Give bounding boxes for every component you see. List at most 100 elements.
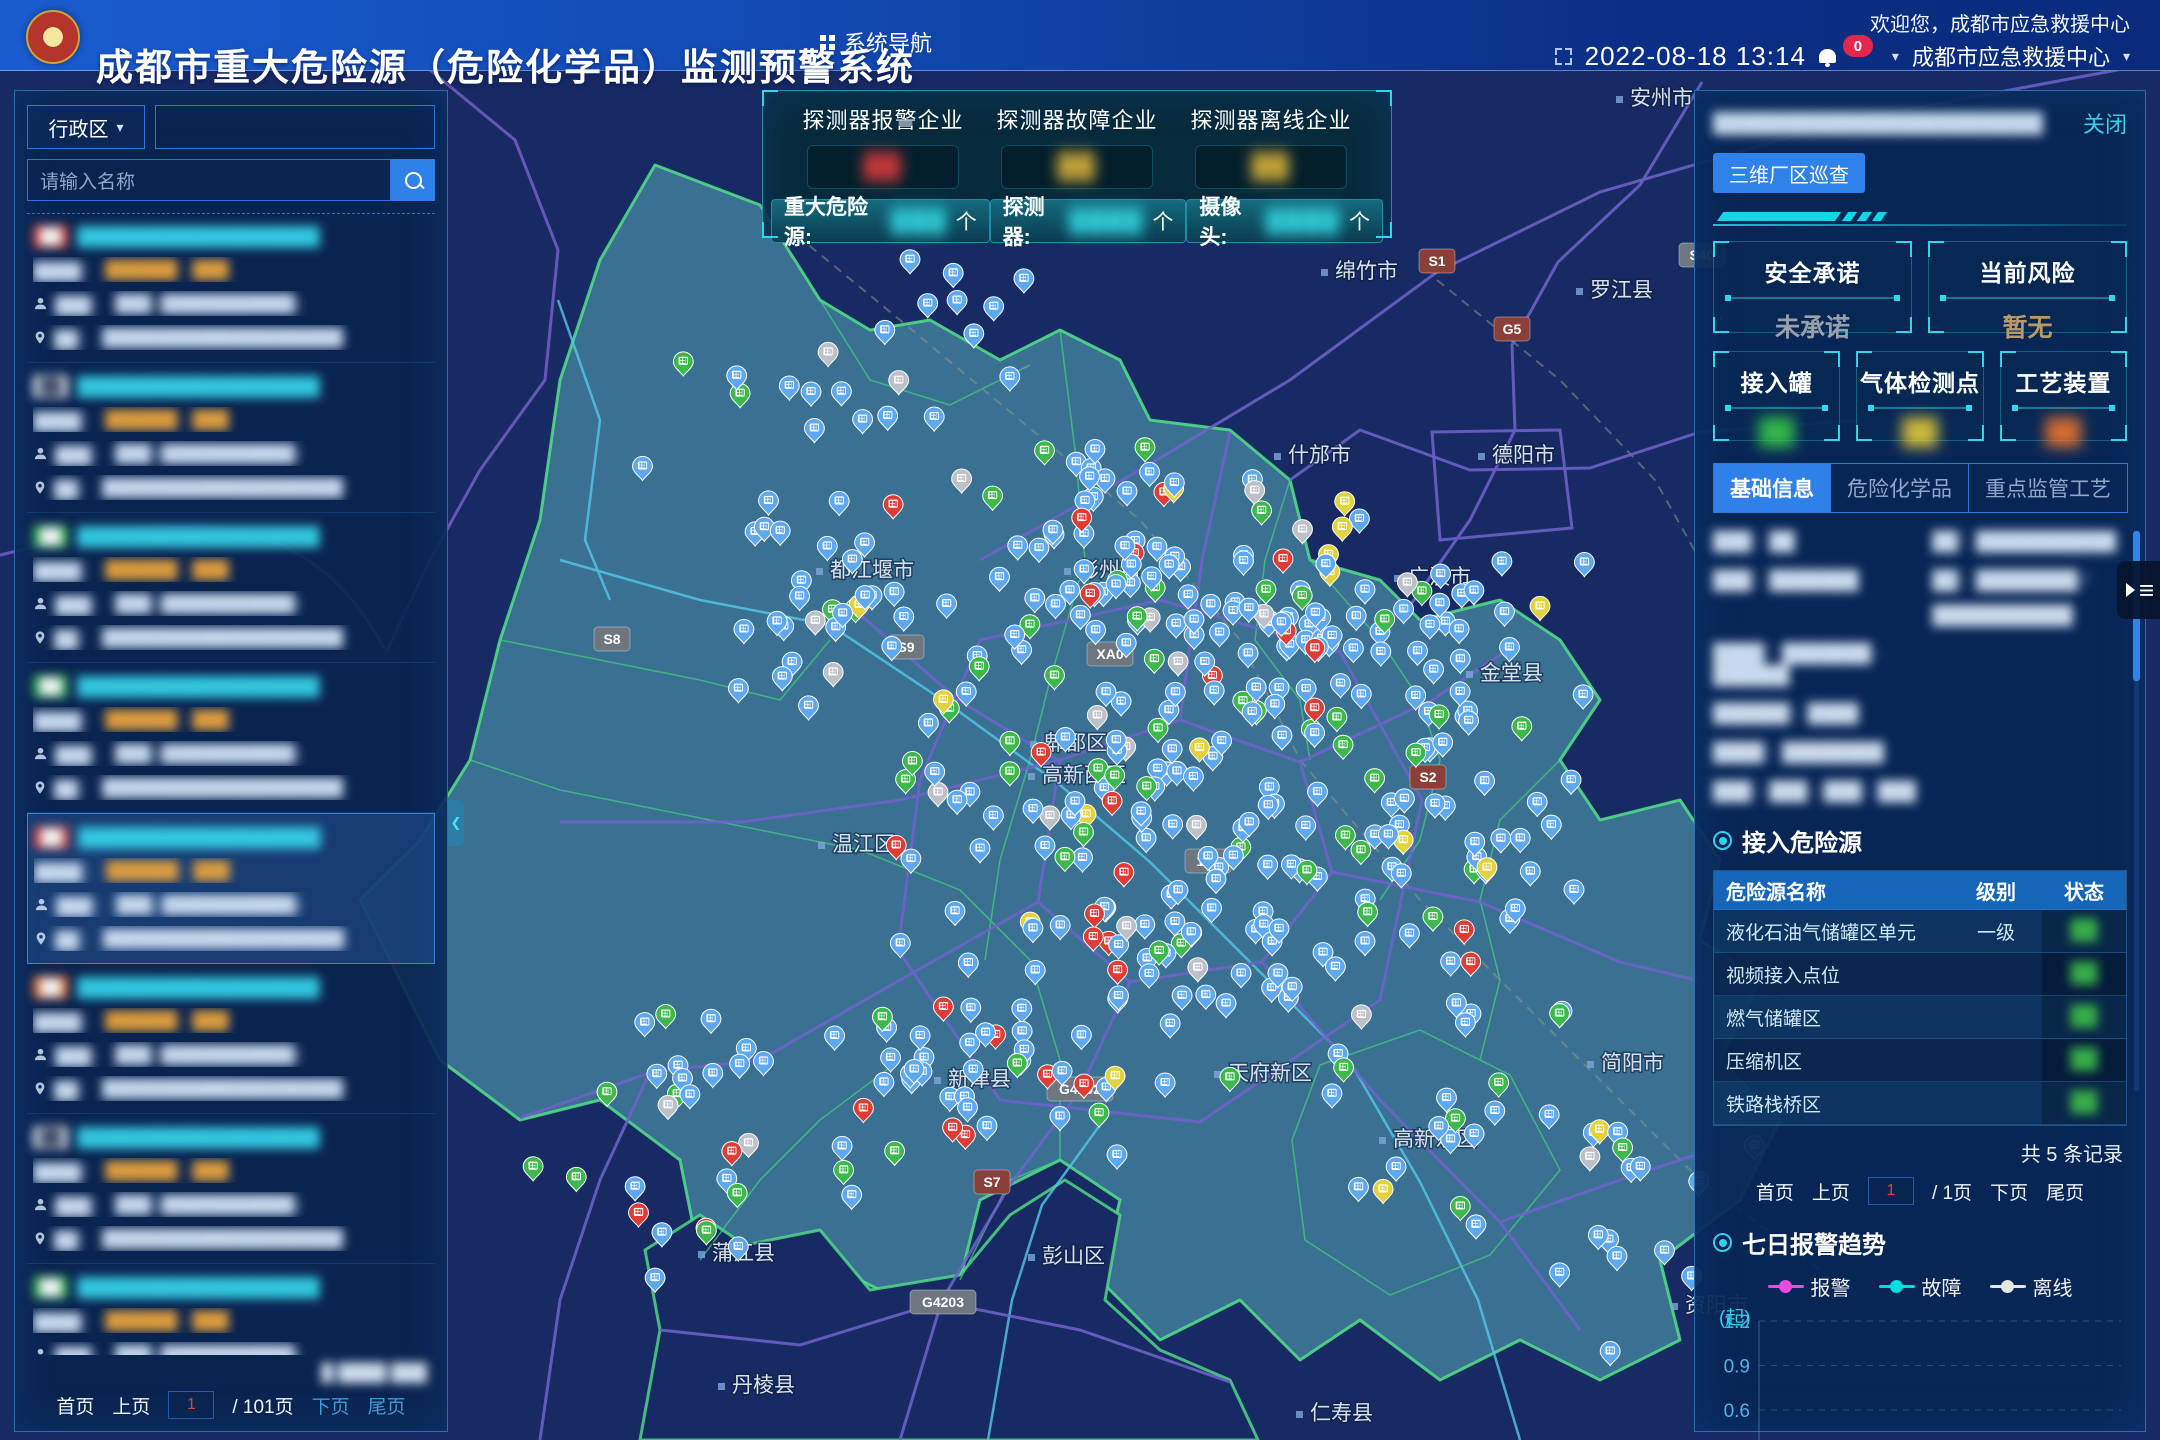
page-first-button[interactable]: 首页 xyxy=(1756,1178,1794,1205)
company-head: ████████████████████ xyxy=(33,375,427,398)
datetime: 2022-08-18 13:14 xyxy=(1585,41,1806,72)
tab-basic-info[interactable]: 基础信息 xyxy=(1713,463,1831,513)
search-button[interactable] xyxy=(391,159,435,201)
trend-section-header: 七日报警趋势 xyxy=(1713,1225,2127,1260)
legend-item-报警[interactable]: 报警 xyxy=(1768,1272,1851,1301)
chart-y-unit: (起) xyxy=(1719,1303,1751,1330)
contact-line: ███：███ (███████████) xyxy=(33,741,427,766)
total-value: ████ xyxy=(1070,208,1144,234)
status-badge: ██ xyxy=(33,525,68,548)
map-city-label: 简阳市 xyxy=(1601,1052,1664,1075)
trend-chart-canvas: 00.30.60.91.28-128-138-148-158-168-178-1… xyxy=(1713,1303,2133,1440)
app-header: 成都市重大危险源（危险化学品）监测预警系统 系统导航 欢迎您，成都市应急救援中心… xyxy=(0,0,2160,71)
trend-legend: 报警故障离线 xyxy=(1713,1272,2127,1301)
address-line: ██：████████████████████ xyxy=(33,625,427,650)
user-org[interactable]: 成都市应急救援中心 xyxy=(1912,40,2110,72)
sidebar-record-count: █ ████ ███ xyxy=(321,1363,427,1383)
company-head: ████████████████████ xyxy=(33,1126,427,1149)
page-prev-button[interactable]: 上页 xyxy=(112,1392,150,1419)
company-name: ██████████████████ xyxy=(77,1277,319,1299)
chevron-down-icon[interactable]: ▾ xyxy=(1892,48,1899,65)
stat-value-box: ██ xyxy=(807,145,959,189)
company-list-item[interactable]: ████████████████████████：██████ · ██████… xyxy=(27,1264,435,1355)
company-list-item[interactable]: ████████████████████████：██████ · ██████… xyxy=(27,813,435,964)
legend-item-故障[interactable]: 故障 xyxy=(1879,1272,1962,1301)
map-city-label: 丹棱县 xyxy=(732,1374,795,1397)
corner-decoration xyxy=(1713,317,1729,333)
page-next-button[interactable]: 下页 xyxy=(312,1392,350,1419)
counter-value: ██ xyxy=(1857,418,1982,447)
divider-line xyxy=(1869,407,1970,409)
road-badge: S1 xyxy=(1419,249,1455,273)
table-row[interactable]: 液化石油气储罐区单元一级██ xyxy=(1714,910,2126,953)
map-city-label: 金堂县 xyxy=(1480,662,1543,685)
promise-label: 安全承诺 xyxy=(1714,254,1911,288)
chevron-down-icon[interactable]: ▾ xyxy=(2123,48,2130,65)
legend-item-离线[interactable]: 离线 xyxy=(1990,1272,2073,1301)
region-value-input[interactable] xyxy=(155,105,435,149)
region-dropdown[interactable]: 行政区 ▾ xyxy=(27,105,145,149)
table-row[interactable]: 铁路栈桥区██ xyxy=(1714,1082,2126,1125)
bell-icon[interactable] xyxy=(1819,49,1836,63)
road-badge: G5 xyxy=(1494,317,1530,341)
page-next-button[interactable]: 下页 xyxy=(1990,1178,2028,1205)
company-head: ████████████████████ xyxy=(33,225,427,248)
info-field-row: ███：███ · ███ · ███ xyxy=(1713,777,2127,803)
company-list-item[interactable]: ████████████████████████：██████ · ██████… xyxy=(27,513,435,663)
tab-hazard-chemicals[interactable]: 危险化学品 xyxy=(1831,463,1969,513)
risk-label: 当前风险 xyxy=(1929,254,2126,288)
notification-badge: 0 xyxy=(1843,35,1873,57)
expand-arrow-icon xyxy=(2126,583,2135,597)
promise-value: 未承诺 xyxy=(1714,308,1911,344)
stat-card-offline: 探测器离线企业 ██ xyxy=(1181,103,1361,189)
risk-type-line: ████：██████ · ███ xyxy=(33,1158,427,1183)
page-last-button[interactable]: 尾页 xyxy=(368,1392,406,1419)
page-total-label: / 1页 xyxy=(1932,1178,1972,1205)
table-row[interactable]: 压缩机区██ xyxy=(1714,1039,2126,1082)
divider-line xyxy=(1726,297,1899,299)
table-row[interactable]: 燃气储罐区██ xyxy=(1714,996,2126,1039)
company-list-item[interactable]: ████████████████████████：██████ · ██████… xyxy=(27,1114,435,1264)
close-button[interactable]: 关闭 xyxy=(2083,107,2127,139)
map-city-label: 仁寿县 xyxy=(1310,1402,1373,1425)
counter-value: ██ xyxy=(2001,418,2126,447)
search-input[interactable]: 请输入名称 xyxy=(27,159,391,201)
page-last-button[interactable]: 尾页 xyxy=(2046,1178,2084,1205)
app-logo xyxy=(26,10,80,64)
company-list-item[interactable]: ████████████████████████：██████ · ██████… xyxy=(27,663,435,813)
panel-expand-button[interactable]: ≡ xyxy=(2117,561,2160,619)
sidebar-collapse-handle[interactable]: ❮ xyxy=(448,800,464,846)
total-value: ████ xyxy=(1267,208,1341,234)
tab-key-process[interactable]: 重点监管工艺 xyxy=(1969,463,2128,513)
svg-text:S7: S7 xyxy=(983,1174,1000,1190)
corner-decoration xyxy=(1376,222,1392,238)
welcome-text: 欢迎您，成都市应急救援中心 xyxy=(1870,8,2130,37)
search-icon xyxy=(405,172,422,189)
road-badge: S8 xyxy=(594,627,630,651)
map-city-label: 德阳市 xyxy=(1492,444,1555,467)
page-number-input[interactable]: 1 xyxy=(168,1391,214,1419)
status-badge: ██ xyxy=(33,1126,68,1149)
enterprise-title: ████████████████████████ xyxy=(1713,112,2043,135)
company-list-item[interactable]: ████████████████████████：██████ · ██████… xyxy=(27,363,435,513)
company-list: ████████████████████████：██████ · ██████… xyxy=(15,213,447,1355)
table-header-row: 危险源名称级别状态 xyxy=(1714,871,2126,910)
page-number-input[interactable]: 1 xyxy=(1868,1177,1914,1205)
company-list-item[interactable]: ████████████████████████：██████ · ██████… xyxy=(27,964,435,1114)
stat-card-alarm: 探测器报警企业 ██ xyxy=(793,103,973,189)
page-first-button[interactable]: 首页 xyxy=(56,1392,94,1419)
detail-pagination: 首页 上页 1 / 1页 下页 尾页 xyxy=(1713,1177,2127,1205)
table-row[interactable]: 视频接入点位██ xyxy=(1714,953,2126,996)
page-title: 成都市重大危险源（危险化学品）监测预警系统 xyxy=(96,37,915,91)
3d-patrol-button[interactable]: 三维厂区巡查 xyxy=(1713,153,1865,193)
system-nav-button[interactable]: 系统导航 xyxy=(820,26,932,58)
company-list-item[interactable]: ████████████████████████：██████ · ██████… xyxy=(27,213,435,363)
page-total-label: / 101页 xyxy=(232,1392,293,1419)
info-field-row: ██████：████ xyxy=(1713,699,2127,725)
info-field-row: ████：███████ · ██████ xyxy=(1713,639,2127,686)
page-prev-button[interactable]: 上页 xyxy=(1812,1178,1850,1205)
stat-title: 探测器报警企业 xyxy=(793,103,973,135)
stat-value: ██ xyxy=(1058,153,1096,181)
company-name: ██████████████████ xyxy=(77,977,319,999)
fullscreen-icon[interactable] xyxy=(1555,48,1572,65)
